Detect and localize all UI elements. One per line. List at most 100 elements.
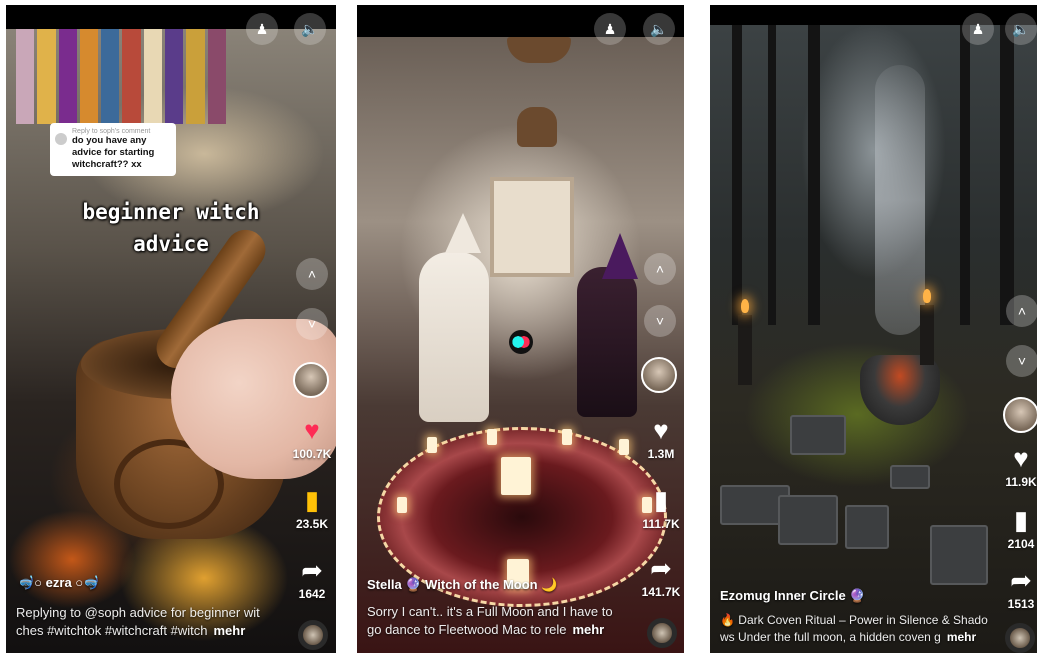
save-button[interactable]: ▮ 111.7K	[634, 485, 684, 531]
creator-avatar[interactable]	[293, 362, 329, 398]
filter-icon[interactable]: ♟	[594, 13, 626, 45]
creator-avatar[interactable]	[1003, 397, 1037, 433]
candle-image	[427, 437, 437, 453]
stone-slab-image	[845, 505, 889, 549]
share-icon: ➦	[301, 555, 323, 585]
share-button[interactable]: ➦ 1513	[994, 565, 1037, 611]
caption-line-2: ws Under the full moon, a hidden coven g	[720, 630, 941, 644]
pendant-lamp-image	[517, 107, 557, 147]
reply-text: do you have any advice for starting witc…	[72, 135, 155, 170]
creator-username[interactable]: Ezomug Inner Circle 🔮	[720, 588, 866, 604]
cauldron-image	[860, 355, 940, 425]
video-caption[interactable]: Replying to @soph advice for beginner wi…	[16, 604, 288, 640]
save-count: 111.7K	[642, 517, 680, 531]
smoke-image	[875, 65, 925, 335]
share-icon: ➦	[650, 553, 672, 583]
bookmark-icon: ▮	[653, 485, 669, 515]
volume-icon[interactable]: 🔈	[643, 13, 675, 45]
loading-indicator	[509, 330, 533, 354]
save-button[interactable]: ▮ 2104	[994, 505, 1037, 551]
filter-icon[interactable]: ♟	[962, 13, 994, 45]
caption-line-2-wrap: ches #witchtok #witchcraft #witch mehr	[16, 622, 288, 640]
next-video-button[interactable]: ˅	[296, 308, 328, 340]
like-count: 1.3M	[647, 447, 675, 461]
white-witch-figure-image	[419, 252, 489, 422]
dark-witch-figure-image	[577, 267, 637, 417]
save-count: 23.5K	[295, 517, 329, 531]
like-count: 100.7K	[292, 447, 332, 461]
caption-line-1: 🔥 Dark Coven Ritual – Power in Silence &…	[720, 613, 988, 627]
caption-line-2: ches #witchtok #witchcraft #witch	[16, 623, 208, 638]
caption-line-1: Sorry I can't.. it's a Full Moon and I h…	[367, 604, 613, 619]
flame-image	[741, 299, 749, 313]
pillar-candle-image	[738, 315, 752, 385]
tree-trunk-image	[960, 25, 970, 325]
share-count: 1642	[298, 587, 326, 601]
overlay-text-line-2: advice	[133, 232, 209, 256]
creator-username[interactable]: Stella 🔮 Witch of the Moon 🌙	[367, 577, 557, 593]
more-link[interactable]: mehr	[572, 622, 604, 637]
overlay-text-line-1: beginner witch	[82, 200, 260, 224]
video-panel-3[interactable]: ♟ 🔈 ˄ ˅ ♥ 11.9K ▮ 2104 ➦ 1513 Ezomug Inn…	[710, 5, 1037, 653]
stone-slab-image	[778, 495, 838, 545]
white-witch-hat-image	[445, 213, 481, 253]
share-button[interactable]: ➦ 1642	[285, 555, 336, 601]
music-disc-icon[interactable]	[298, 620, 328, 650]
flame-image	[923, 289, 931, 303]
volume-icon[interactable]: 🔈	[294, 13, 326, 45]
creator-avatar[interactable]	[641, 357, 677, 393]
reply-comment-card[interactable]: Reply to soph's comment do you have any …	[50, 123, 176, 176]
like-button[interactable]: ♥ 100.7K	[285, 415, 336, 461]
video-caption[interactable]: Sorry I can't.. it's a Full Moon and I h…	[367, 603, 639, 639]
previous-video-button[interactable]: ˄	[644, 253, 676, 285]
share-button[interactable]: ➦ 141.7K	[634, 553, 684, 599]
music-disc-icon[interactable]	[647, 618, 677, 648]
caption-line-1: Replying to @soph advice for beginner wi…	[16, 605, 260, 620]
stone-slab-image	[930, 525, 988, 585]
music-disc-icon[interactable]	[1005, 623, 1035, 653]
share-icon: ➦	[1010, 565, 1032, 595]
bookmark-icon: ▮	[304, 485, 320, 515]
crystal-centerpiece-image	[501, 457, 531, 495]
dark-witch-hat-image	[602, 233, 638, 279]
next-video-button[interactable]: ˅	[1006, 345, 1037, 377]
wall-art-image	[490, 177, 574, 277]
like-count: 11.9K	[1005, 475, 1037, 489]
reply-label: Reply to soph's comment	[72, 128, 151, 135]
heart-icon: ♥	[304, 415, 320, 445]
filter-icon[interactable]: ♟	[246, 13, 278, 45]
candle-image	[397, 497, 407, 513]
heart-icon: ♥	[653, 415, 669, 445]
tree-trunk-image	[732, 25, 742, 325]
caption-line-2: go dance to Fleetwood Mac to rele	[367, 622, 567, 637]
save-button[interactable]: ▮ 23.5K	[285, 485, 336, 531]
share-count: 141.7K	[641, 585, 681, 599]
volume-icon[interactable]: 🔈	[1005, 13, 1037, 45]
candle-image	[562, 429, 572, 445]
like-button[interactable]: ♥ 1.3M	[634, 415, 684, 461]
bookshelf-image	[16, 29, 226, 124]
video-panel-1[interactable]: ♟ 🔈 Reply to soph's comment do you have …	[6, 5, 336, 653]
candle-image	[487, 429, 497, 445]
more-link[interactable]: mehr	[947, 630, 976, 644]
more-link[interactable]: mehr	[213, 623, 245, 638]
ceiling-lamp-image	[507, 37, 571, 63]
caption-line-2-wrap: ws Under the full moon, a hidden coven g…	[720, 629, 1002, 646]
video-frame[interactable]	[710, 25, 1037, 653]
like-button[interactable]: ♥ 11.9K	[994, 443, 1037, 489]
video-panel-2[interactable]: ♟ 🔈 ˄ ˅ ♥ 1.3M ▮ 111.7K ➦ 141.7K Stella …	[357, 5, 684, 653]
next-video-button[interactable]: ˅	[644, 305, 676, 337]
candle-image	[619, 439, 629, 455]
save-count: 2104	[1007, 537, 1035, 551]
heart-icon: ♥	[1013, 443, 1029, 473]
video-caption[interactable]: 🔥 Dark Coven Ritual – Power in Silence &…	[720, 612, 1002, 646]
previous-video-button[interactable]: ˄	[296, 258, 328, 290]
tree-trunk-image	[808, 25, 820, 325]
tree-trunk-image	[768, 25, 776, 325]
commenter-avatar	[55, 133, 67, 145]
share-count: 1513	[1007, 597, 1035, 611]
bookmark-icon: ▮	[1013, 505, 1029, 535]
creator-username[interactable]: 🤿○ ezra ○🤿	[18, 575, 99, 591]
previous-video-button[interactable]: ˄	[1006, 295, 1037, 327]
tree-trunk-image	[1000, 25, 1014, 325]
